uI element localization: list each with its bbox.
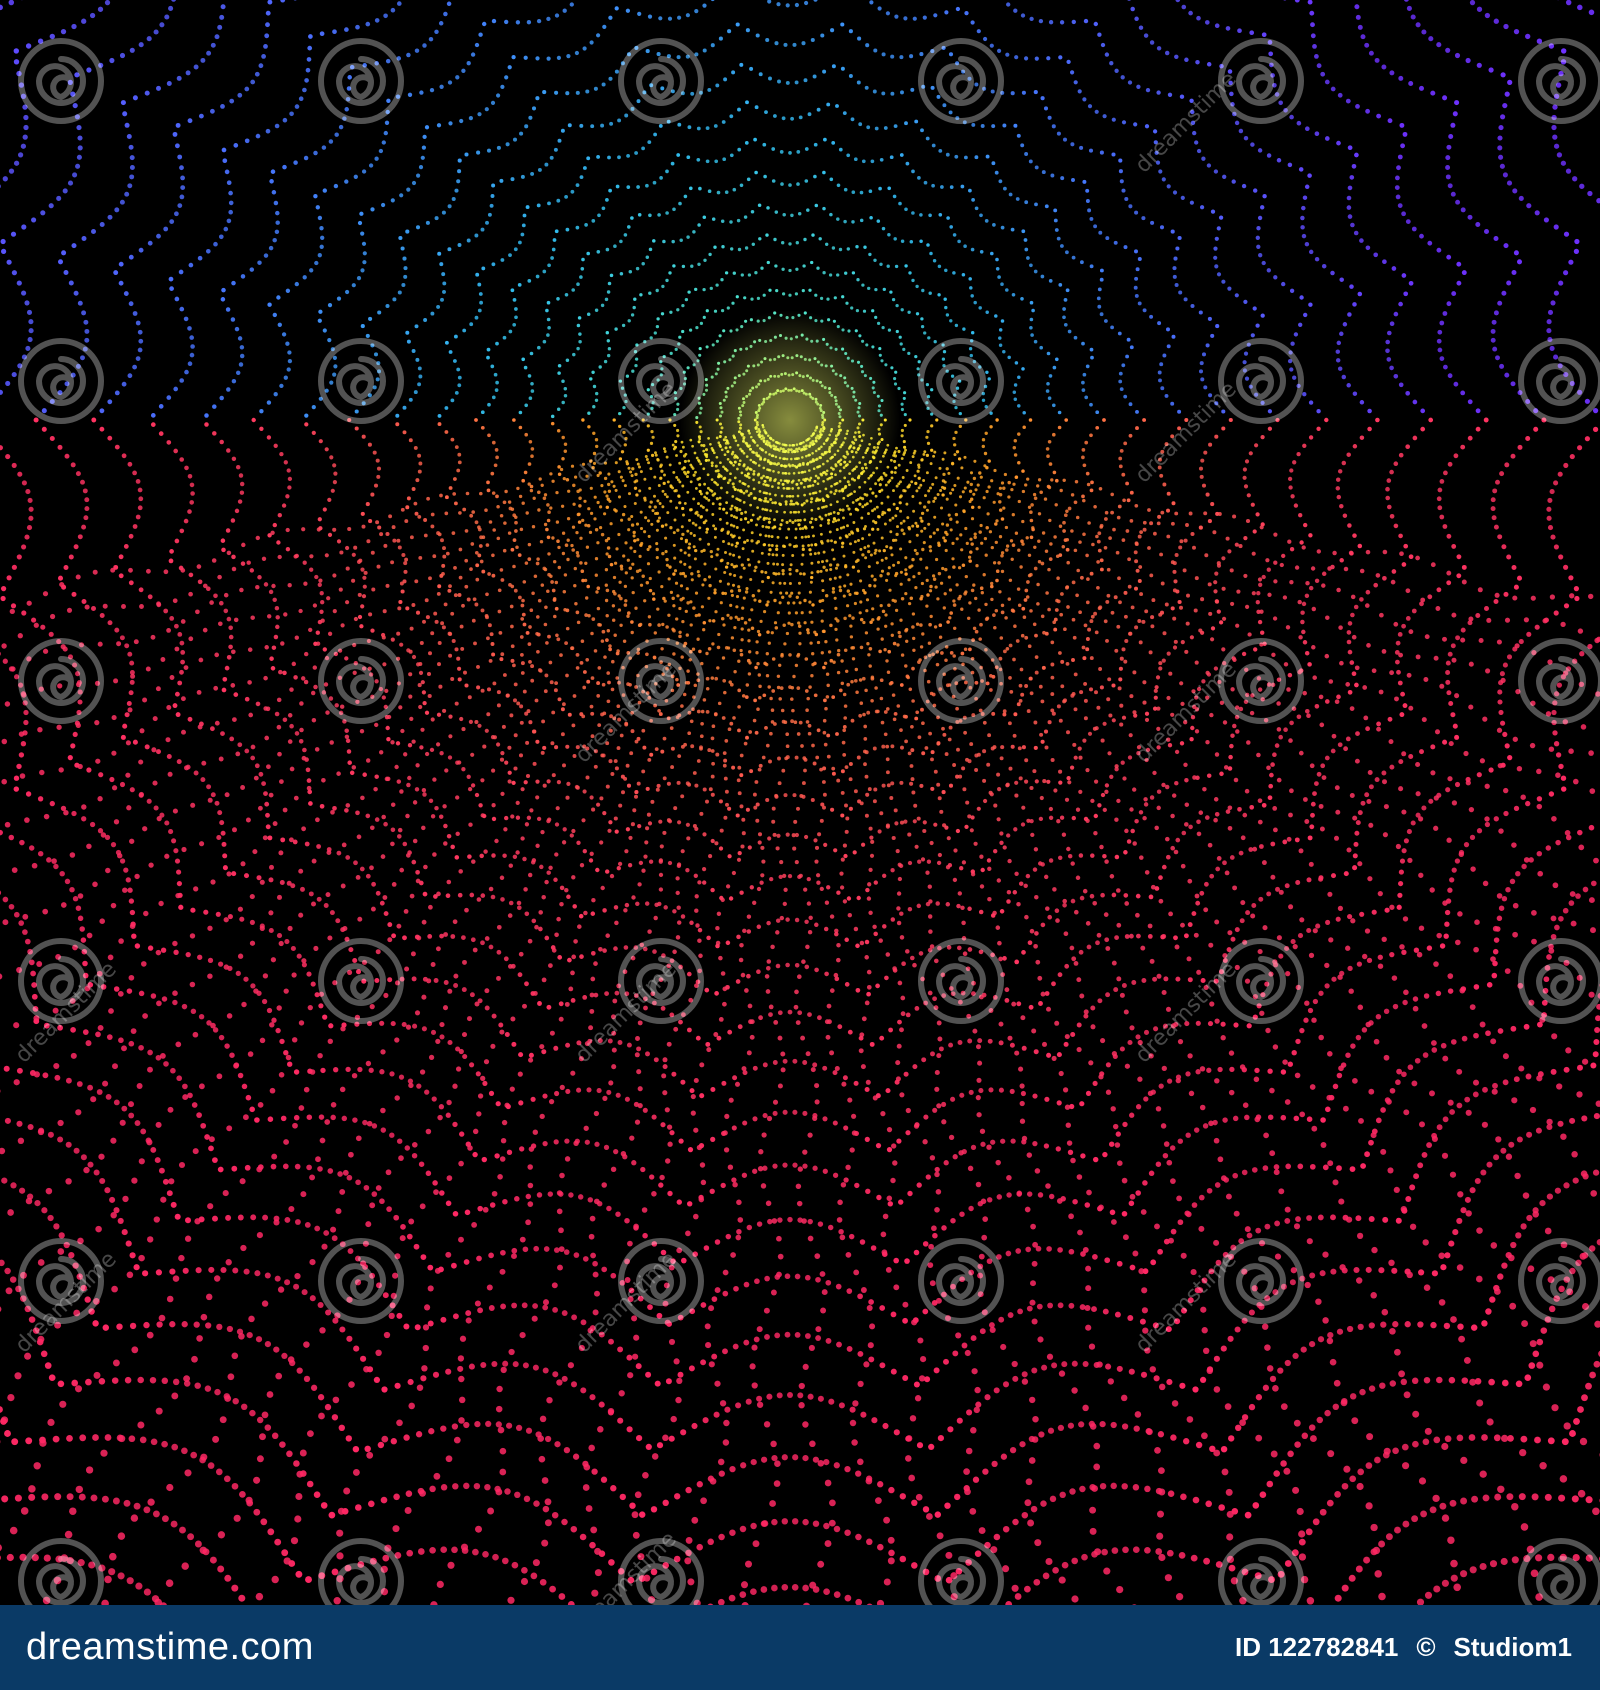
abstract-dot-wave-artwork — [0, 0, 1600, 1605]
copyright-symbol: © — [1416, 1632, 1436, 1662]
image-id-label: ID 122782841 — [1235, 1632, 1399, 1662]
focal-glow — [680, 310, 900, 530]
author-name: Studiom1 — [1453, 1632, 1572, 1662]
stock-footer-bar: dreamstime.com ID 122782841 © Studiom1 — [0, 1605, 1600, 1690]
dot-wave-svg — [0, 0, 1600, 1605]
footer-meta: ID 122782841 © Studiom1 — [1235, 1632, 1572, 1663]
footer-brand: dreamstime.com — [26, 1626, 314, 1668]
